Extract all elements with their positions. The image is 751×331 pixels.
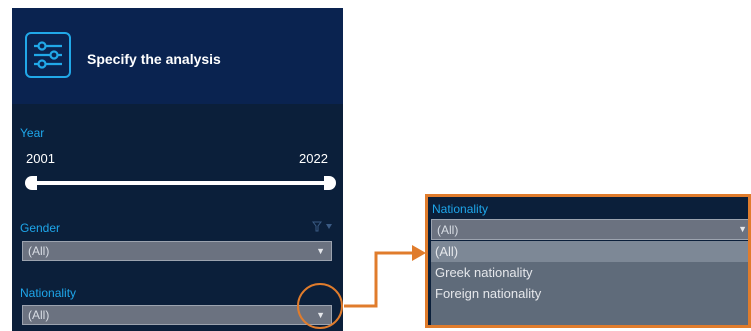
sliders-icon xyxy=(25,32,71,78)
year-slider-min-handle[interactable] xyxy=(25,176,37,190)
popup-nationality-label: Nationality xyxy=(432,202,489,216)
year-max-value: 2022 xyxy=(299,151,328,166)
callout-arrow-icon xyxy=(344,245,426,308)
option-foreign-nationality[interactable]: Foreign nationality xyxy=(431,283,748,304)
filter-icon[interactable] xyxy=(312,220,334,232)
popup-select-value: (All) xyxy=(437,223,459,237)
filter-panel: Specify the analysis Year 2001 2022 Gend… xyxy=(12,8,343,331)
popup-nationality-select[interactable]: (All) ▼ xyxy=(431,219,748,240)
year-slider-track[interactable] xyxy=(31,181,328,185)
panel-title: Specify the analysis xyxy=(87,51,221,67)
year-min-value: 2001 xyxy=(26,151,55,166)
gender-dropdown[interactable]: (All) ▼ xyxy=(22,241,332,261)
nationality-label: Nationality xyxy=(20,286,77,300)
gender-dropdown-value: (All) xyxy=(28,244,50,258)
chevron-down-icon: ▼ xyxy=(316,246,325,256)
callout-circle xyxy=(297,283,343,329)
panel-header: Specify the analysis xyxy=(12,8,343,104)
nationality-popup: Nationality (All) ▼ (All) Greek national… xyxy=(425,194,751,328)
option-greek-nationality[interactable]: Greek nationality xyxy=(431,262,748,283)
chevron-down-icon: ▼ xyxy=(738,224,747,234)
year-label: Year xyxy=(20,126,45,140)
year-slider-max-handle[interactable] xyxy=(324,176,336,190)
nationality-dropdown-value: (All) xyxy=(28,308,50,322)
option-all[interactable]: (All) xyxy=(431,241,748,262)
popup-options-list: (All) Greek nationality Foreign national… xyxy=(431,241,748,325)
nationality-dropdown[interactable]: (All) ▼ xyxy=(22,305,332,325)
gender-label: Gender xyxy=(20,221,61,235)
